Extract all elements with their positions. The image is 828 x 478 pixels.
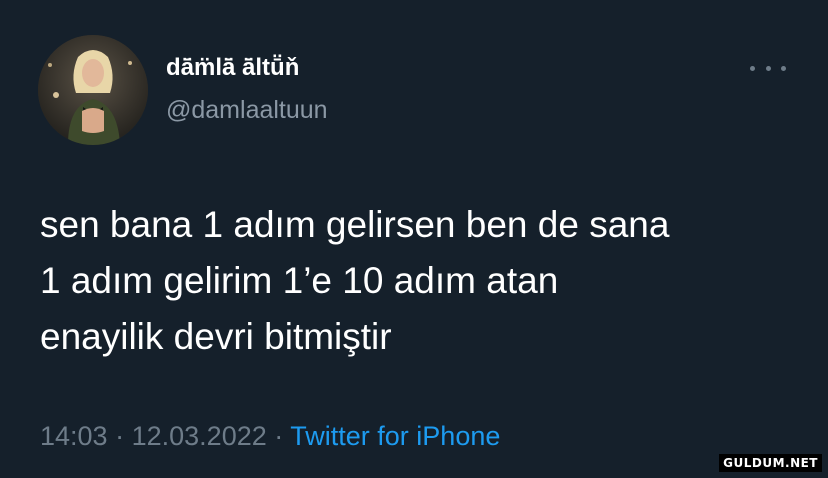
display-name[interactable]: dā̈m̈lā̈ ā̈ltṻň: [166, 53, 299, 83]
more-options-button[interactable]: [750, 56, 786, 80]
tweet-metadata: 14:03 · 12.03.2022 · Twitter for iPhone: [40, 418, 500, 454]
user-handle[interactable]: @damlaaltuun: [166, 95, 328, 125]
tweet-text: sen bana 1 adım gelirsen ben de sana 1 a…: [40, 204, 670, 357]
more-horizontal-icon: [750, 65, 755, 71]
tweet-card: dā̈m̈lā̈ ā̈ltṻň @damlaaltuun sen bana 1 …: [0, 0, 828, 478]
more-horizontal-icon-dot: [765, 65, 771, 71]
meta-separator: ·: [274, 421, 284, 451]
more-horizontal-icon-dot: [781, 65, 786, 71]
avatar[interactable]: [38, 35, 148, 145]
avatar-photo: [38, 35, 148, 145]
tweet-time[interactable]: 14:03: [40, 421, 108, 451]
tweet-source-link[interactable]: Twitter for iPhone: [290, 421, 500, 451]
watermark: GULDUM.NET: [719, 454, 822, 472]
tweet-date[interactable]: 12.03.2022: [132, 421, 267, 451]
meta-separator: ·: [115, 421, 125, 451]
